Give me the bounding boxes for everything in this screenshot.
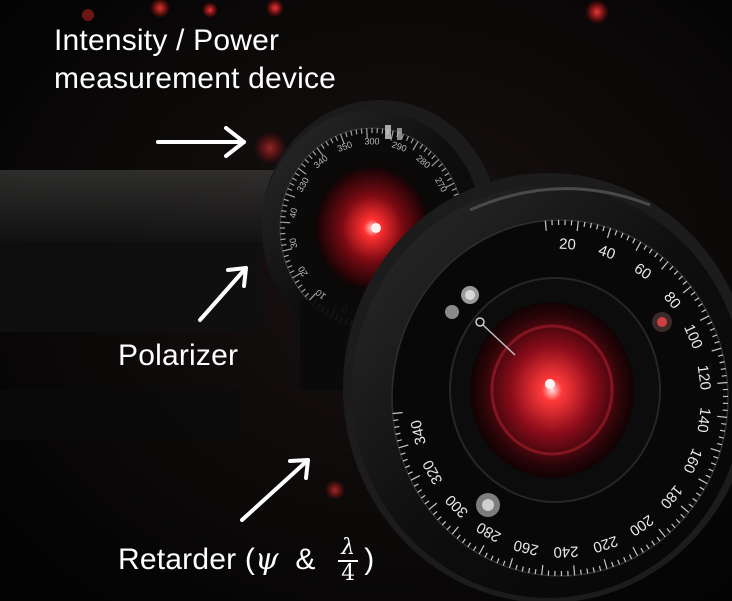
dial-tick (355, 129, 358, 135)
dial-tick (280, 215, 286, 218)
label-retarder-prefix: Retarder ( (118, 542, 256, 576)
dial-tick (281, 243, 287, 246)
dial-tick (534, 569, 537, 575)
dial-tick (583, 221, 586, 227)
dial-number: 120 (694, 364, 714, 391)
dial-number: 300 (364, 136, 379, 146)
fraction-four: 4 (341, 561, 356, 586)
label-device: Intensity / Power measurement device (54, 22, 336, 98)
dial-tick (579, 569, 582, 575)
dial-tick (393, 419, 399, 422)
dial-tick (394, 425, 400, 428)
label-polarizer: Polarizer (118, 339, 239, 372)
dial-tick (280, 221, 291, 224)
dial-tick (720, 368, 726, 371)
label-retarder-suffix: ) (364, 542, 375, 576)
dial-tick (586, 568, 589, 574)
photo-optical-setup: 010203040330340350300290280270 204060801… (0, 0, 732, 601)
dial-tick (281, 210, 287, 213)
label-retarder-psi: ψ (255, 541, 279, 577)
dial-number: 30 (288, 237, 300, 249)
dial-tick (721, 422, 727, 425)
label-retarder: Retarder (ψ & λ 4 ) (118, 536, 374, 586)
label-device-line1: Intensity / Power (54, 24, 280, 57)
dial-number: 20 (559, 236, 577, 254)
dial-tick (721, 374, 727, 377)
fraction-lambda: λ (338, 536, 359, 562)
dial-number: 40 (288, 207, 300, 219)
dial-number: 140 (693, 406, 713, 433)
label-retarder-amp: & (295, 542, 316, 576)
dial-tick (280, 238, 286, 241)
label-retarder-fraction: λ 4 (338, 536, 359, 586)
label-device-line2: measurement device (54, 62, 337, 95)
dial-number: 240 (553, 542, 579, 560)
dial-tick (381, 128, 384, 134)
dial-tick (360, 128, 363, 134)
